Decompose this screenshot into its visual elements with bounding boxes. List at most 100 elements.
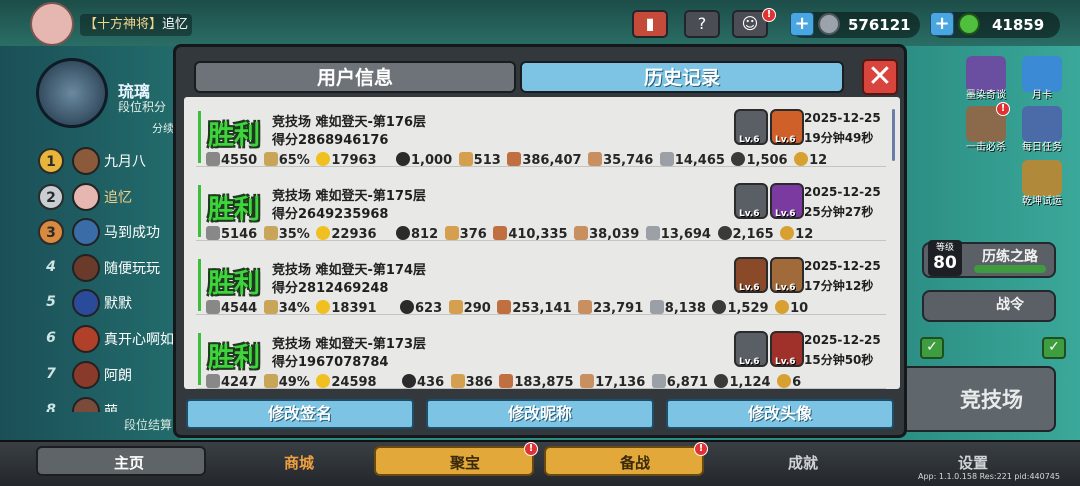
record-score: 得分2812469248 — [272, 281, 389, 296]
rank-number: 5 — [46, 294, 56, 310]
history-record[interactable]: 胜利 竞技场 难如登天-第173层 得分1967078784 Lv.6 Lv.6… — [196, 323, 886, 389]
stat-value: 4550 — [221, 153, 258, 168]
stone-icon — [651, 374, 666, 388]
player-name: 追忆 — [162, 17, 189, 32]
rank-number: 8 — [46, 402, 56, 412]
stat-value: 4247 — [221, 375, 258, 389]
treasure-badge: ! — [524, 442, 538, 456]
level-value: 80 — [933, 253, 957, 273]
ranking-name: 马到成功 — [104, 225, 160, 241]
record-duration: 25分钟27秒 — [804, 205, 874, 219]
hero-portrait: Lv.6 — [734, 331, 768, 367]
avatar — [72, 361, 100, 389]
record-stripe — [198, 333, 201, 385]
record-title: 竞技场 难如登天-第175层 — [272, 189, 427, 204]
rank-number: 7 — [46, 366, 56, 382]
stat-value: 376 — [459, 227, 487, 242]
hero-portrait: Lv.6 — [734, 257, 768, 293]
stat-value: 623 — [415, 301, 443, 316]
wheat-icon — [458, 152, 473, 166]
record-result: 胜利 — [208, 195, 261, 225]
battle-pass-label: 战令 — [996, 297, 1024, 313]
ranking-row[interactable]: 8 萌 — [32, 396, 182, 412]
hero-icon — [402, 374, 416, 388]
stat-value: 17,136 — [595, 375, 646, 389]
star-icon — [316, 300, 331, 314]
history-record[interactable]: 胜利 竞技场 难如登天-第176层 得分2868946176 Lv.6 Lv.6… — [196, 101, 886, 168]
nav-home-label: 主页 — [114, 454, 145, 472]
add-gems-button[interactable]: + — [930, 12, 954, 36]
edit-signature-button[interactable]: 修改签名 — [186, 399, 414, 429]
ranking-row[interactable]: 5 默默 — [32, 288, 182, 318]
add-coins-button[interactable]: + — [790, 12, 814, 36]
ranking-name: 九月八 — [104, 154, 146, 170]
guild-emblem[interactable] — [36, 58, 108, 128]
record-title: 竞技场 难如登天-第173层 — [272, 337, 427, 352]
wheat-icon — [448, 300, 463, 314]
history-record[interactable]: 胜利 竞技场 难如登天-第175层 得分2649235968 Lv.6 Lv.6… — [196, 175, 886, 242]
stat-value: 1,000 — [411, 153, 453, 168]
nav-achievement[interactable]: 成就 — [788, 452, 818, 473]
hero-level: Lv.6 — [739, 357, 760, 367]
nav-settings[interactable]: 设置 — [958, 452, 988, 473]
ranking-row[interactable]: 6 真开心啊如 — [32, 324, 182, 354]
ranking-name: 阿朗 — [104, 368, 132, 384]
edit-nickname-button[interactable]: 修改昵称 — [426, 399, 654, 429]
stat-value: 386,407 — [522, 153, 582, 168]
training-path-progress — [974, 265, 1046, 273]
ranking-row[interactable]: 3 马到成功 — [32, 217, 182, 247]
edit-avatar-button[interactable]: 修改头像 — [666, 399, 894, 429]
flag-icon[interactable]: ▮ — [632, 10, 668, 38]
check-icon: ✓ — [920, 337, 944, 359]
gem-icon — [958, 13, 980, 35]
hero-icon — [396, 226, 410, 240]
stat-value: 812 — [411, 227, 439, 242]
nav-shop[interactable]: 商城 — [284, 452, 314, 473]
hero-portrait: Lv.6 — [770, 331, 804, 367]
nav-prepare-label: 备战 — [620, 454, 651, 472]
one-hit-label: 一击必杀 — [966, 142, 1006, 153]
stat-value: 49% — [278, 375, 310, 389]
close-button[interactable]: ✕ — [862, 59, 898, 95]
history-record[interactable]: 胜利 竞技场 难如登天-第174层 得分2812469248 Lv.6 Lv.6… — [196, 249, 886, 316]
stat-value: 17963 — [331, 153, 377, 168]
ranking-row[interactable]: 2 追忆 — [32, 182, 182, 212]
house-icon — [206, 152, 220, 166]
house-icon — [206, 374, 220, 388]
ranking-row[interactable]: 4 随便玩玩 — [32, 253, 182, 283]
player-name-box[interactable]: 【十方神将】追忆 — [80, 14, 192, 36]
tab-history[interactable]: 历史记录 — [520, 61, 844, 93]
tab-user-info[interactable]: 用户信息 — [194, 61, 516, 93]
arena-label: 竞技场 — [960, 388, 1023, 412]
stat-value: 18391 — [331, 301, 377, 316]
record-result: 胜利 — [208, 121, 261, 151]
history-list[interactable]: 胜利 竞技场 难如登天-第176层 得分2868946176 Lv.6 Lv.6… — [184, 97, 900, 389]
stat-value: 513 — [473, 153, 501, 168]
rank-points-label: 段位积分 — [118, 100, 167, 114]
stat-value: 1,506 — [746, 153, 788, 168]
fortune-label: 乾坤试运 — [1022, 196, 1062, 207]
stat-value: 38,039 — [589, 227, 640, 242]
help-icon[interactable]: ? — [684, 10, 720, 38]
wheat-icon — [450, 374, 465, 388]
score-label: 分续 — [152, 122, 174, 135]
scrollbar[interactable] — [892, 109, 895, 161]
ranking-row[interactable]: 1 九月八 — [32, 146, 182, 176]
record-date: 2025-12-25 — [804, 111, 881, 125]
stat-value: 34% — [278, 301, 310, 316]
daily-task-icon[interactable] — [1022, 106, 1062, 142]
hero-portrait: Lv.6 — [770, 109, 804, 145]
fortune-icon[interactable] — [1022, 160, 1062, 196]
stat-value: 1,124 — [729, 375, 771, 389]
record-result: 胜利 — [208, 269, 261, 299]
stat-value: 22936 — [331, 227, 377, 242]
ranking-row[interactable]: 7 阿朗 — [32, 360, 182, 390]
stat-value: 12 — [809, 153, 828, 168]
rank-number: 4 — [46, 259, 56, 275]
level-label: 等级 — [935, 243, 954, 253]
stat-value: 2,165 — [732, 227, 774, 242]
coal-icon — [731, 152, 746, 166]
stone-icon — [649, 300, 664, 314]
player-avatar[interactable] — [30, 2, 74, 46]
stat-value: 65% — [278, 153, 310, 168]
